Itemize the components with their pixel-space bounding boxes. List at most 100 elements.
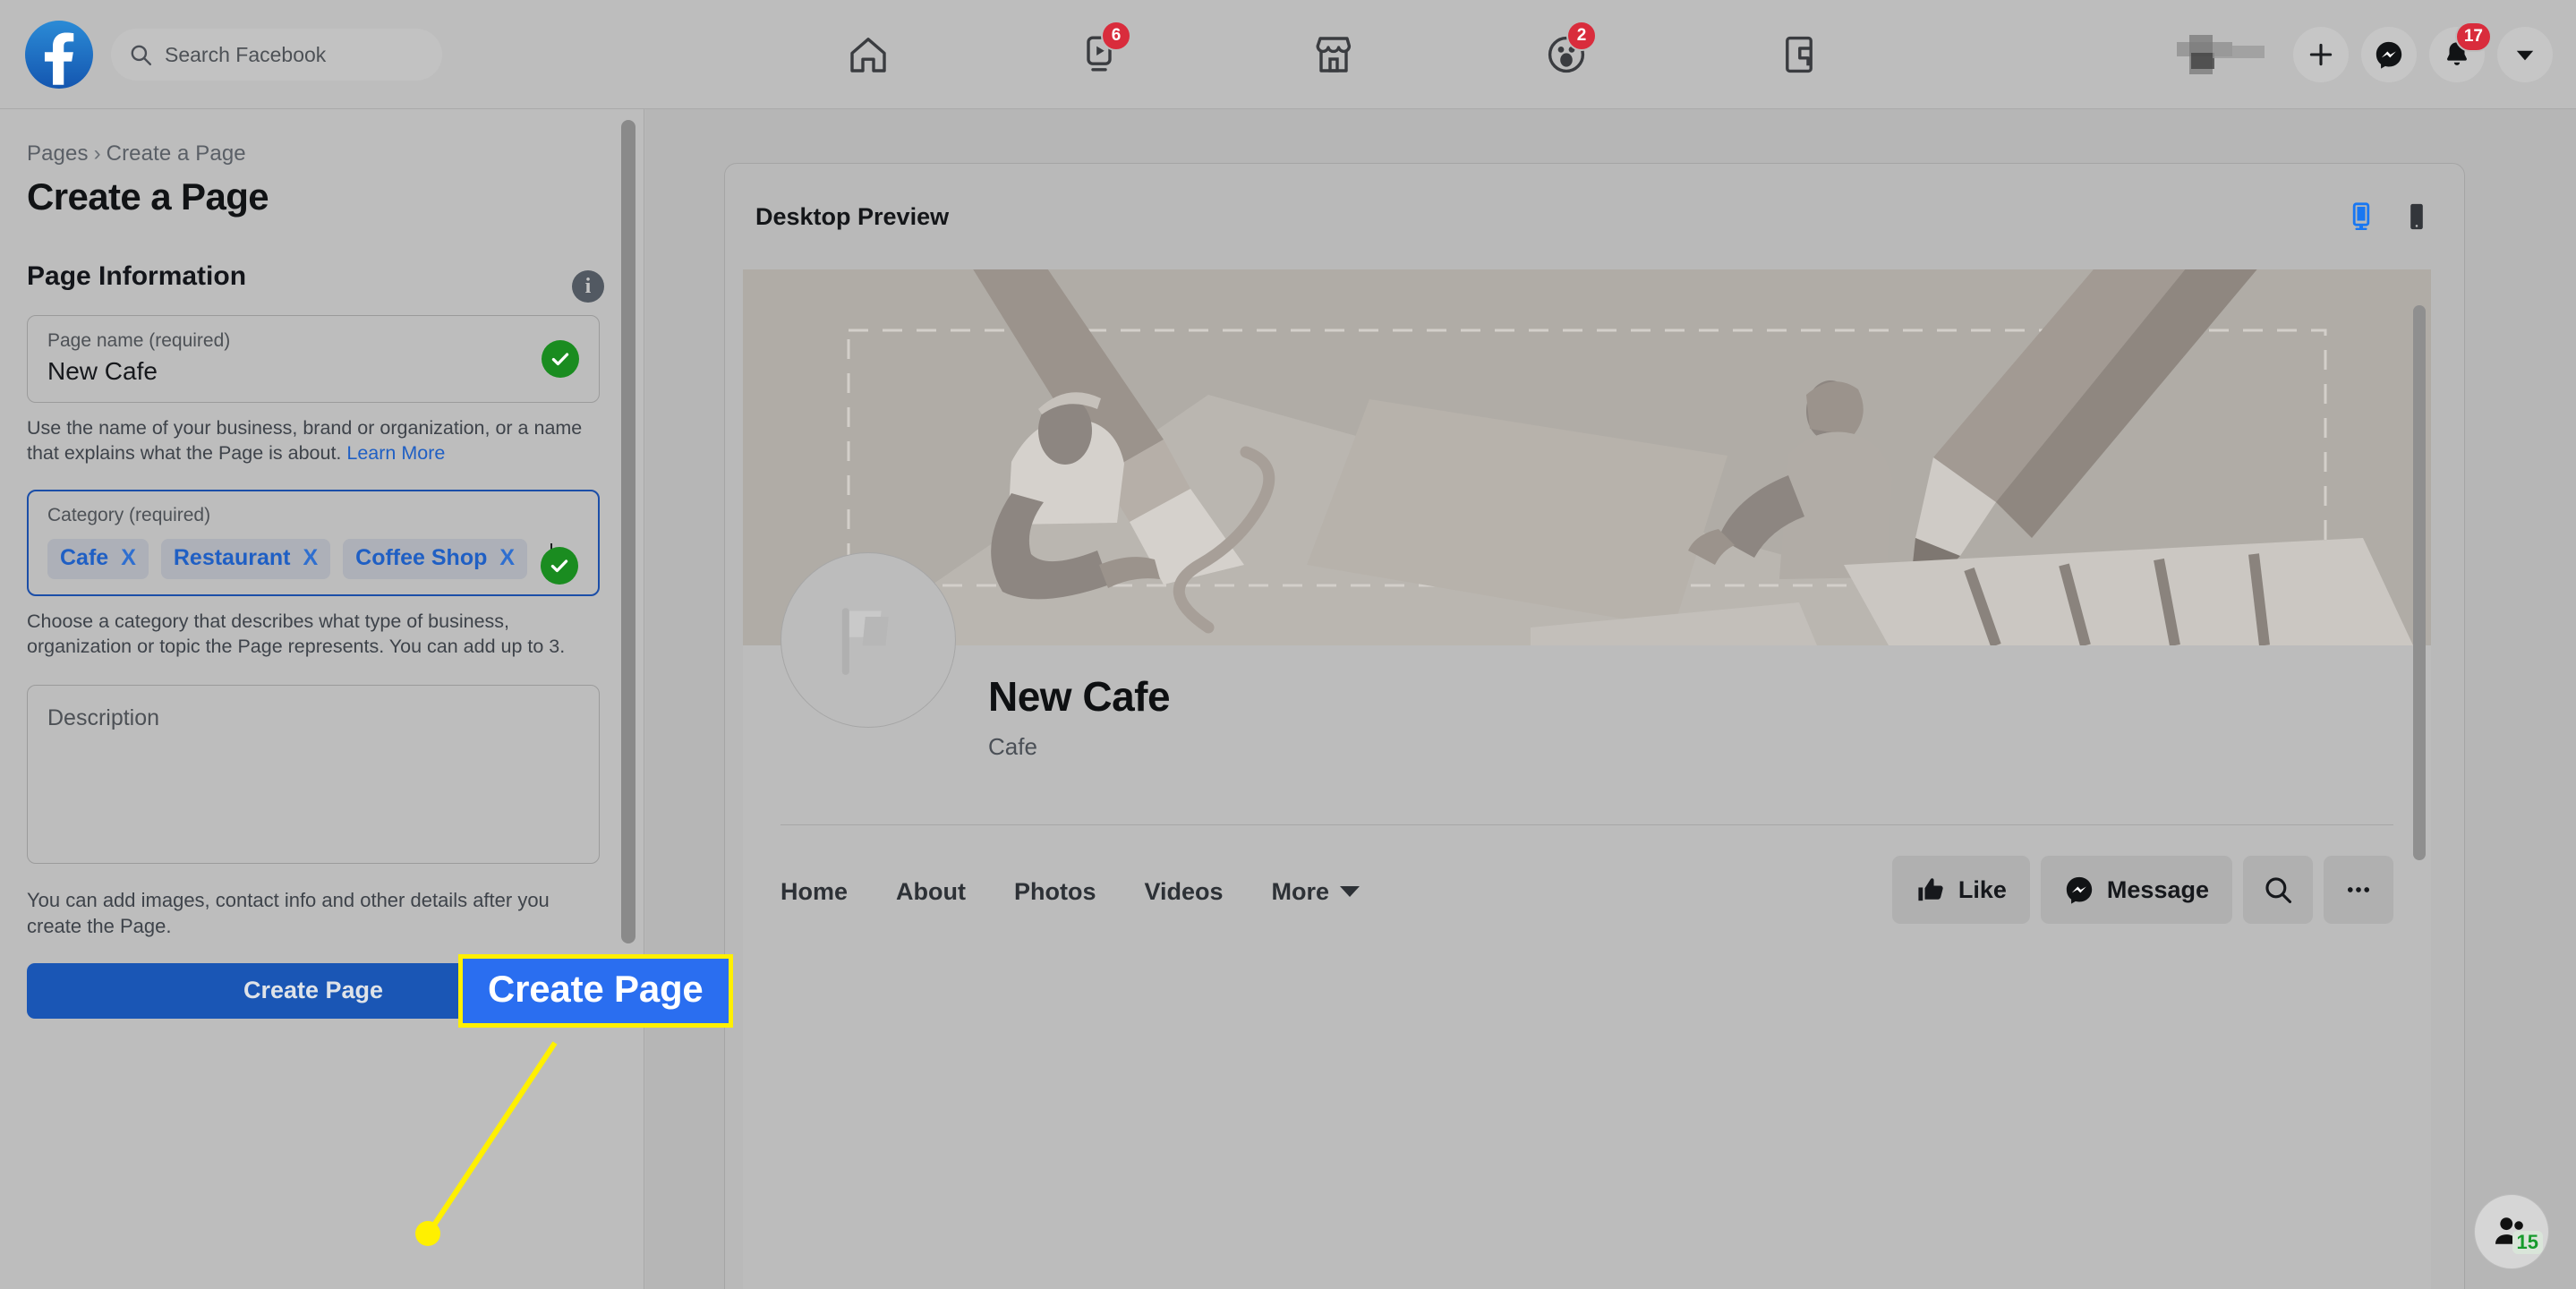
nav-groups-button[interactable]: 2 — [1516, 19, 1616, 90]
check-circle-icon — [542, 340, 579, 378]
breadcrumb-current: Create a Page — [106, 141, 246, 166]
preview-page-name: New Cafe — [988, 673, 1171, 720]
tab-more[interactable]: More — [1272, 878, 1361, 906]
gaming-icon — [1786, 36, 1813, 73]
tab-label: More — [1271, 877, 1330, 905]
chip-remove-icon[interactable]: X — [499, 546, 515, 569]
thumbs-up-icon — [1918, 878, 1943, 901]
chip-remove-icon[interactable]: X — [303, 546, 318, 569]
desktop-monitor-icon[interactable] — [2346, 201, 2376, 232]
info-icon[interactable]: i — [572, 270, 604, 303]
annotation-callout: Create Page — [458, 954, 733, 1028]
preview-scrollbar[interactable] — [2413, 305, 2426, 860]
check-glyph — [551, 353, 569, 366]
sidebar-scrollbar[interactable] — [621, 120, 635, 943]
chip-label: Cafe — [60, 544, 109, 570]
messenger-button[interactable] — [2361, 27, 2417, 82]
message-label: Message — [2106, 875, 2209, 903]
tab-label: Home — [780, 877, 849, 905]
flag-placeholder-icon — [841, 608, 889, 675]
search-placeholder: Search Facebook — [165, 42, 327, 66]
breadcrumb-separator: › — [93, 141, 101, 166]
page-search-button[interactable] — [2243, 856, 2313, 924]
preview-tab-bar: Home About Photos Videos More — [780, 860, 1361, 923]
tab-photos[interactable]: Photos — [1014, 878, 1096, 906]
nav-home-button[interactable] — [818, 19, 918, 90]
section-title-page-information: Page Information — [27, 261, 247, 291]
page-more-options-button[interactable] — [2324, 856, 2393, 924]
check-glyph — [550, 559, 568, 572]
page-profile-row: New Cafe Cafe — [743, 552, 2431, 851]
page-name-help-text: Use the name of your business, brand or … — [27, 415, 600, 466]
page-name-help-body: Use the name of your business, brand or … — [27, 417, 583, 465]
cover-photo-illustration — [743, 269, 2431, 645]
profile-name-blurred[interactable] — [2177, 35, 2266, 74]
description-field[interactable]: Description — [27, 684, 600, 864]
plus-icon — [2309, 43, 2333, 66]
category-chip[interactable]: Coffee Shop X — [343, 538, 528, 579]
chevron-down-icon — [1340, 886, 1361, 897]
nav-watch-button[interactable]: 6 — [1051, 19, 1151, 90]
footer-help-text: You can add images, contact info and oth… — [27, 888, 550, 938]
create-page-sidebar: Pages › Create a Page Create a Page Page I… — [0, 109, 644, 1289]
home-icon — [850, 38, 886, 73]
chip-label: Coffee Shop — [355, 544, 488, 570]
page-name-field[interactable]: Page name (required) New Cafe — [27, 315, 600, 403]
ellipsis-icon — [2347, 887, 2370, 892]
category-chip[interactable]: Cafe X — [47, 538, 149, 579]
sidebar-content: Pages › Create a Page Create a Page Page I… — [0, 109, 627, 1046]
nav-marketplace-button[interactable] — [1284, 19, 1384, 90]
preview-body: New Cafe Cafe Home About Photos Videos M… — [743, 269, 2431, 1289]
account-menu-button[interactable] — [2497, 27, 2553, 82]
search-input[interactable]: Search Facebook — [111, 29, 442, 81]
category-label: Category (required) — [47, 504, 211, 525]
messenger-icon — [2376, 41, 2402, 69]
nav-right-group: 17 — [2177, 0, 2553, 109]
search-icon — [131, 45, 152, 66]
category-field[interactable]: Category (required) Cafe X Restaurant X … — [27, 489, 600, 596]
breadcrumb: Pages › Create a Page — [27, 141, 600, 166]
message-button[interactable]: Message — [2040, 856, 2232, 924]
category-chip-list: Cafe X Restaurant X Coffee Shop X — [47, 538, 579, 579]
tab-label: About — [896, 877, 966, 905]
check-circle-icon — [541, 546, 578, 585]
nav-center-group: 6 2 — [752, 0, 1915, 109]
page-name-learn-more-link[interactable]: Learn More — [346, 442, 445, 464]
like-label: Like — [1958, 875, 2007, 903]
page-name-value: New Cafe — [47, 357, 158, 385]
tab-label: Videos — [1144, 877, 1224, 905]
tab-home[interactable]: Home — [780, 878, 848, 906]
preview-page-category: Cafe — [988, 733, 1037, 760]
category-help-text: Choose a category that describes what ty… — [27, 610, 566, 658]
groups-badge: 2 — [1566, 21, 1597, 51]
facebook-logo-icon[interactable] — [25, 21, 93, 89]
contacts-online-count: 15 — [2512, 1231, 2543, 1254]
avatar[interactable] — [780, 552, 956, 728]
nav-gaming-button[interactable] — [1749, 19, 1849, 90]
page-title: Create a Page — [27, 175, 269, 218]
cover-photo[interactable] — [743, 269, 2431, 645]
preview-title: Desktop Preview — [755, 202, 950, 230]
chevron-down-icon — [2516, 50, 2534, 61]
mobile-phone-icon[interactable] — [2401, 201, 2432, 232]
create-button[interactable] — [2293, 27, 2349, 82]
breadcrumb-pages-link[interactable]: Pages — [27, 141, 89, 166]
description-label: Description — [47, 704, 160, 730]
tab-label: Photos — [1013, 877, 1096, 905]
preview-action-bar: Like Message — [1891, 856, 2393, 924]
preview-view-toggles — [2346, 201, 2432, 232]
chip-label: Restaurant — [173, 544, 291, 570]
store-icon — [1316, 37, 1352, 73]
desktop-preview-card: Desktop Preview New Cafe Cafe Home About… — [724, 163, 2465, 1289]
notifications-button[interactable]: 17 — [2429, 21, 2492, 82]
contacts-button[interactable]: 15 — [2474, 1194, 2549, 1269]
tab-about[interactable]: About — [896, 878, 966, 906]
tab-videos[interactable]: Videos — [1144, 878, 1223, 906]
preview-divider — [780, 824, 2393, 825]
preview-area: Desktop Preview New Cafe Cafe Home About… — [645, 109, 2576, 1289]
category-chip[interactable]: Restaurant X — [160, 538, 331, 579]
like-button[interactable]: Like — [1891, 856, 2030, 924]
search-icon — [2265, 877, 2292, 904]
page-name-label: Page name (required) — [47, 330, 231, 351]
chip-remove-icon[interactable]: X — [121, 546, 136, 569]
